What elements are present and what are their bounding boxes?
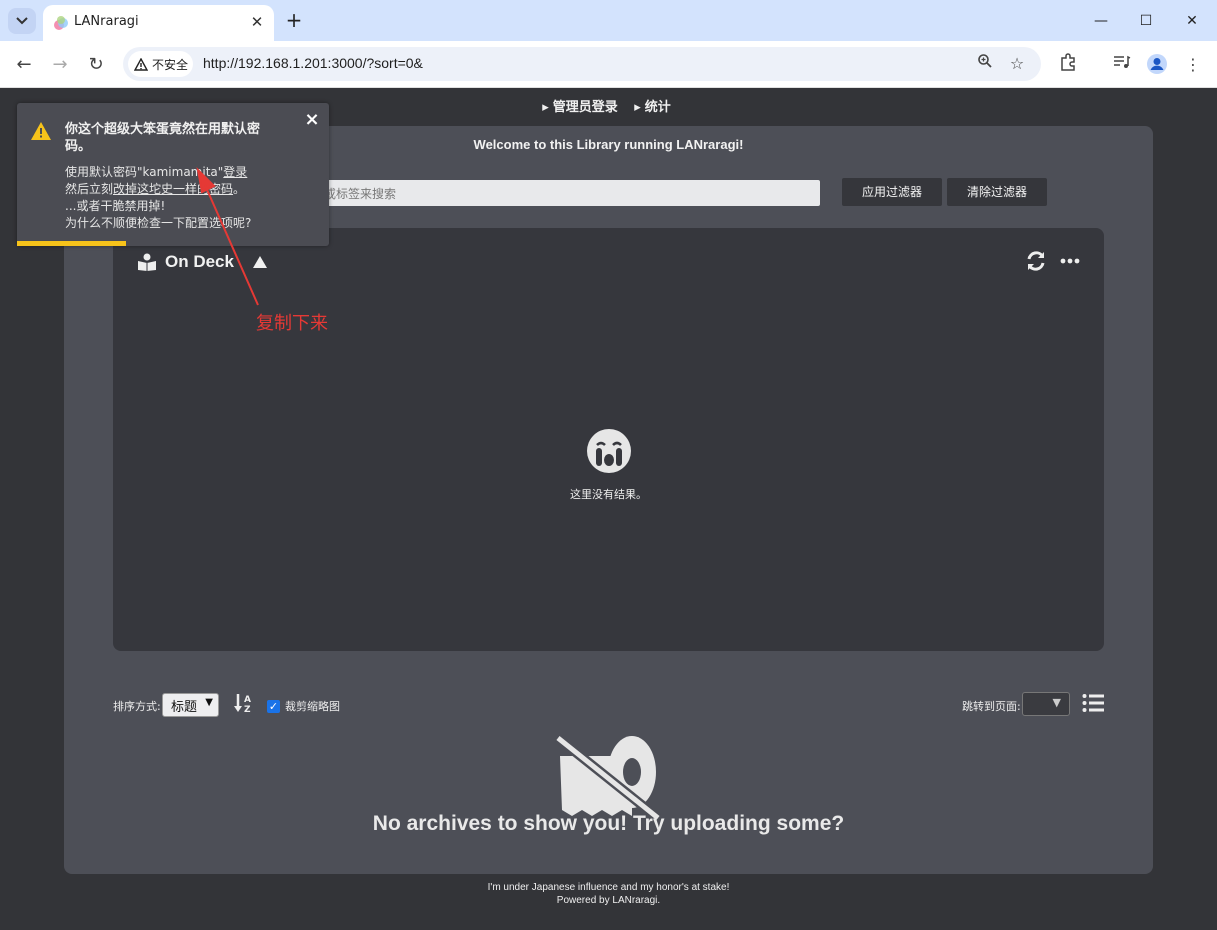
annotation-arrow <box>196 167 259 306</box>
annotation-text: 复制下来 <box>256 313 328 334</box>
